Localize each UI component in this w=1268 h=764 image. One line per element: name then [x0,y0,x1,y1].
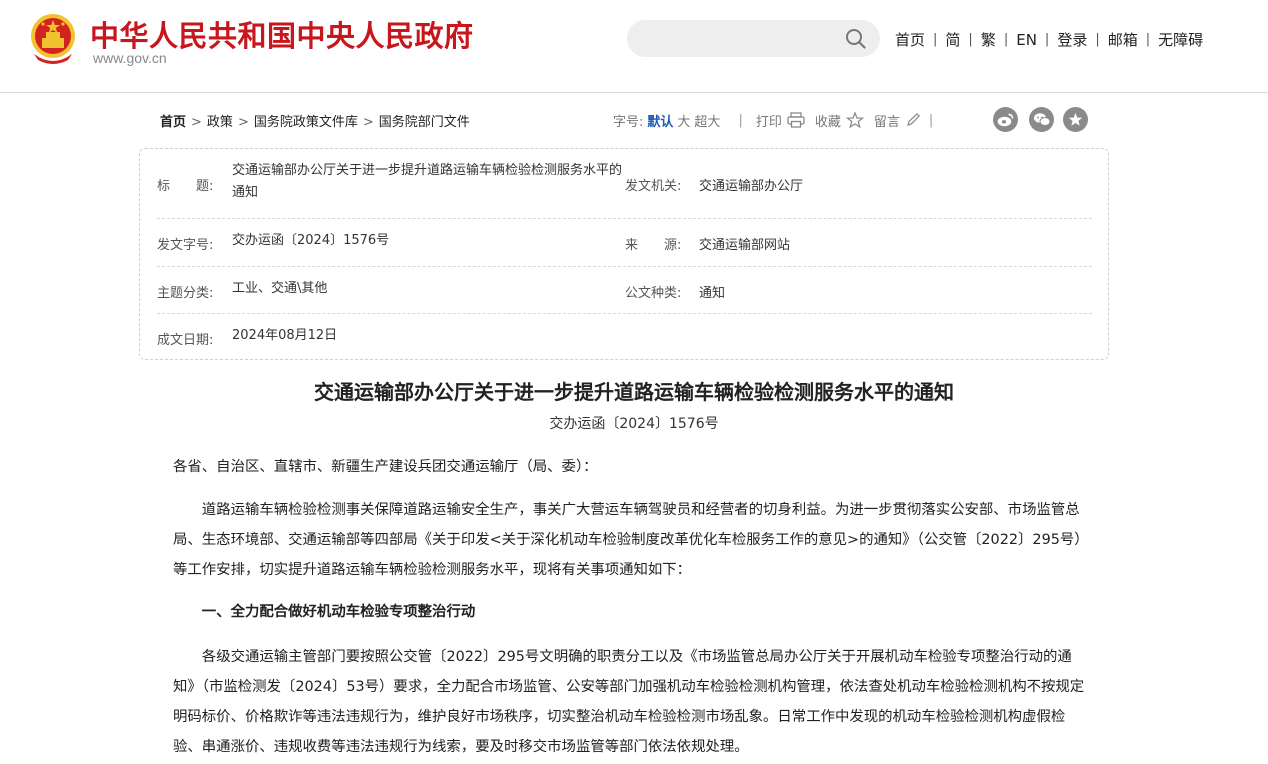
pencil-icon[interactable] [905,112,923,128]
article-paragraph: 各级交通运输主管部门要按照公交管〔2022〕295号文明确的职责分工以及《市场监… [173,649,1085,755]
site-header: 中华人民共和国中央人民政府 www.gov.cn 首页 | 简 | 繁 | EN… [0,0,1268,93]
breadcrumb-home[interactable]: 首页 [160,115,186,130]
site-title[interactable]: 中华人民共和国中央人民政府 [90,13,474,55]
doc-type-label: 公文种类: [625,286,682,301]
issuer-label: 发文机关: [625,179,682,194]
breadcrumb-separator: > [362,115,374,130]
nav-separator: | [933,32,938,47]
nav-simplified[interactable]: 简 [945,29,960,50]
title-value: 交通运输部办公厅关于进一步提升道路运输车辆检验检测服务水平的通知 [232,163,623,200]
doc-type-value: 通知 [699,286,726,301]
weibo-share-button[interactable] [993,107,1018,132]
nav-mailbox[interactable]: 邮箱 [1108,29,1138,50]
metadata-row: 标 题: 交通运输部办公厅关于进一步提升道路运输车辆检验检测服务水平的通知 发文… [157,149,1092,219]
nav-traditional[interactable]: 繁 [981,29,996,50]
breadcrumb-separator: > [191,115,202,130]
nav-separator: | [1044,32,1050,47]
font-size-label: 字号: [613,114,644,130]
metadata-row: 主题分类: 工业、交通\其他 公文种类: 通知 [157,267,1092,314]
article-title: 交通运输部办公厅关于进一步提升道路运输车辆检验检测服务水平的通知 [314,380,954,404]
nav-english[interactable]: EN [1016,31,1037,49]
article-paragraph: 道路运输车辆检验检测事关保障道路运输安全生产，事关广大营运车辆驾驶员和经营者的切… [173,502,1089,578]
favorite-share-button[interactable] [1063,107,1088,132]
nav-home[interactable]: 首页 [895,29,925,50]
print-icon[interactable] [787,112,805,128]
breadcrumb-separator: > [237,115,249,130]
topic-label: 主题分类: [157,286,214,301]
title-label: 标 题: [157,179,214,194]
metadata-row: 发文字号: 交办运函〔2024〕1576号 来 源: 交通运输部网站 [157,219,1092,267]
favorite-share-icon [1068,113,1083,126]
weibo-icon [997,113,1014,126]
nav-login[interactable]: 登录 [1057,29,1087,50]
star-icon[interactable] [845,112,864,128]
date-value: 2024年08月12日 [232,328,338,343]
breadcrumb-state-council-library[interactable]: 国务院政策文件库 [254,115,358,130]
comment-button[interactable]: 留言 [874,111,900,130]
toolbar-divider: | [738,112,743,128]
issuer-value: 交通运输部办公厅 [699,179,804,194]
nav-separator: | [1003,32,1009,47]
breadcrumb-department-documents[interactable]: 国务院部门文件 [379,115,470,130]
nav-separator: | [1095,32,1100,47]
nav-separator: | [968,32,973,47]
font-size-default[interactable]: 默认 [647,111,673,130]
nav-accessibility[interactable]: 无障碍 [1158,29,1203,50]
search-icon[interactable] [845,28,866,49]
date-label: 成文日期: [157,333,214,348]
source-label: 来 源: [625,238,682,253]
favorite-button[interactable]: 收藏 [815,111,841,130]
search-input[interactable] [627,20,880,57]
topic-value: 工业、交通\其他 [232,281,328,296]
print-button[interactable]: 打印 [756,111,782,130]
doc-number-label: 发文字号: [157,238,214,253]
document-metadata: 标 题: 交通运输部办公厅关于进一步提升道路运输车辆检验检测服务水平的通知 发文… [139,148,1109,360]
national-emblem-icon[interactable] [28,12,78,66]
wechat-share-button[interactable] [1029,107,1054,132]
nav-separator: | [1145,32,1151,47]
font-size-large[interactable]: 大 [677,111,690,130]
metadata-row: 成文日期: 2024年08月12日 [157,314,1092,359]
toolbar-divider: | [928,112,934,128]
breadcrumb: 首页 > 政策 > 国务院政策文件库 > 国务院部门文件 [160,111,470,130]
wechat-icon [1033,113,1050,126]
source-value[interactable]: 交通运输部网站 [699,234,790,253]
doc-number-value: 交办运函〔2024〕1576号 [232,233,390,248]
font-size-extra-large[interactable]: 超大 [694,111,720,130]
article-toolbar: 字号: 默认 大 超大 | 打印 收藏 留言 | [613,108,933,132]
site-url[interactable]: www.gov.cn [93,50,167,66]
article-doc-number: 交办运函〔2024〕1576号 [549,416,719,432]
breadcrumb-policy[interactable]: 政策 [207,115,233,130]
top-nav: 首页 | 简 | 繁 | EN | 登录 | 邮箱 | 无障碍 [895,29,1203,50]
article-section-heading: 一、全力配合做好机动车检验专项整治行动 [201,604,476,620]
article-salutation: 各省、自治区、直辖市、新疆生产建设兵团交通运输厅（局、委）： [173,459,598,475]
